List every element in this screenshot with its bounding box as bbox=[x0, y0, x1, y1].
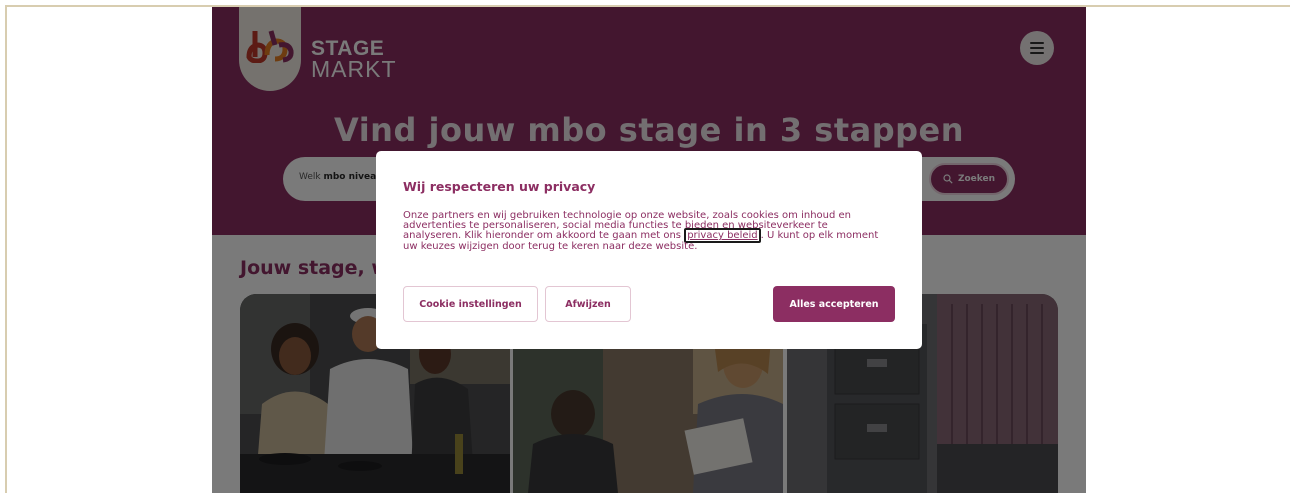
section-title: Jouw stage, w bbox=[240, 257, 389, 279]
logo-wordmark[interactable]: STAGE MARKT bbox=[311, 38, 397, 81]
search-label-bold: mbo niveau bbox=[323, 172, 383, 182]
accept-all-button[interactable]: Alles accepteren bbox=[773, 286, 895, 322]
reject-button[interactable]: Afwijzen bbox=[545, 286, 631, 322]
cookie-consent-dialog: Wij respecteren uw privacy Onze partners… bbox=[376, 151, 922, 349]
dialog-body-text: Onze partners en wij gebruiken technolog… bbox=[403, 210, 889, 252]
cookie-settings-button[interactable]: Cookie instellingen bbox=[403, 286, 538, 322]
hamburger-menu-icon[interactable] bbox=[1020, 31, 1054, 65]
page-frame-left bbox=[5, 5, 7, 493]
logo-badge[interactable] bbox=[239, 7, 301, 91]
search-button[interactable]: Zoeken bbox=[929, 163, 1009, 195]
search-button-label: Zoeken bbox=[957, 174, 996, 184]
logo-line-2: MARKT bbox=[311, 56, 397, 82]
search-icon bbox=[943, 174, 953, 184]
dialog-title: Wij respecteren uw privacy bbox=[403, 179, 596, 194]
hero-title: Vind jouw mbo stage in 3 stappen bbox=[333, 111, 965, 149]
sbb-logo-icon bbox=[246, 30, 294, 63]
search-label-prefix: Welk bbox=[299, 172, 324, 182]
search-level-label[interactable]: Welk mbo niveau bbox=[299, 172, 383, 182]
